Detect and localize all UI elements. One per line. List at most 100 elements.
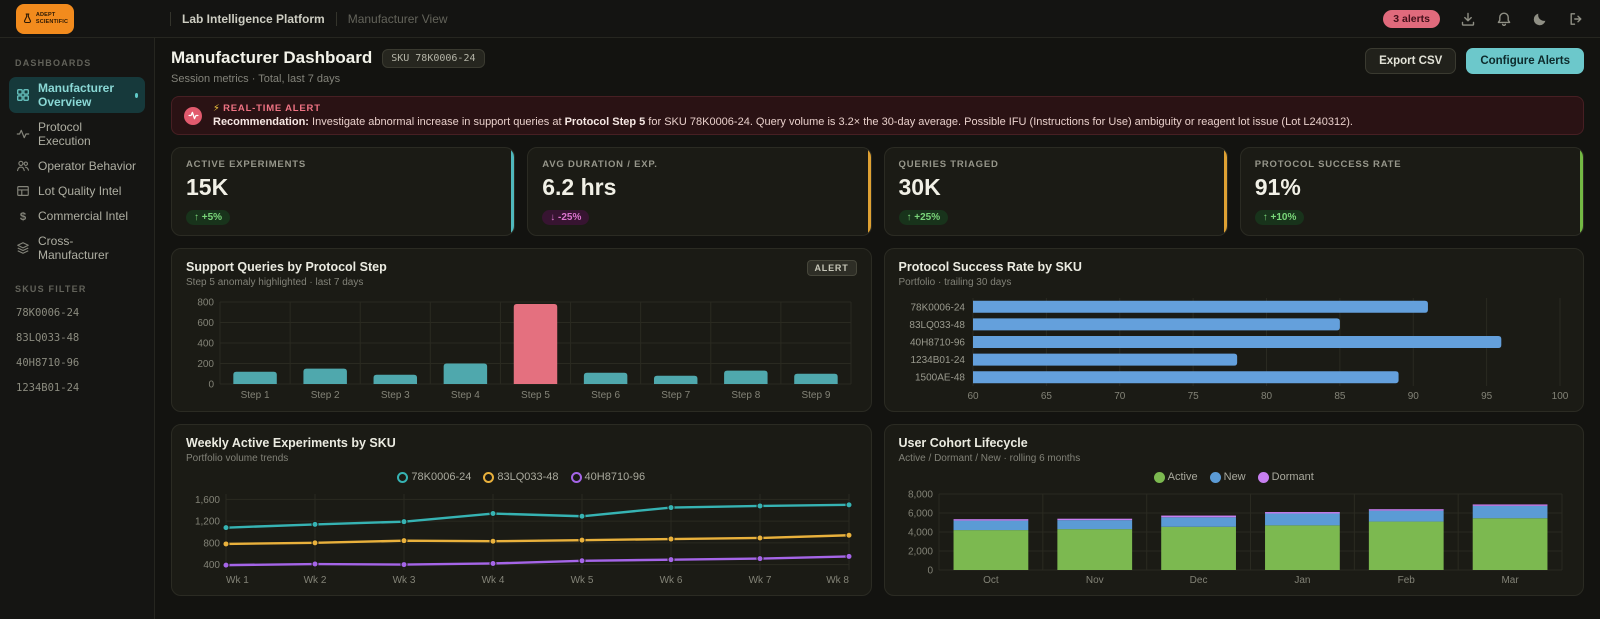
svg-text:Step 8: Step 8 bbox=[731, 390, 760, 401]
legend-label: 78K0006-24 bbox=[411, 471, 472, 483]
svg-text:6,000: 6,000 bbox=[907, 509, 932, 520]
svg-text:78K0006-24: 78K0006-24 bbox=[910, 302, 965, 313]
sidebar-item-label: Cross-Manufacturer bbox=[38, 234, 109, 262]
user-cohort-card: User Cohort Lifecycle Active / Dormant /… bbox=[883, 424, 1584, 596]
sidebar: DASHBOARDS Manufacturer Overview Protocol… bbox=[0, 38, 155, 619]
kpi-delta-badge: ↓ -25% bbox=[542, 210, 590, 225]
sidebar-item-label: Commercial Intel bbox=[38, 209, 129, 223]
svg-text:70: 70 bbox=[1114, 391, 1126, 402]
kpi-row: ACTIVE EXPERIMENTS 15K ↑ +5% AVG DURATION /… bbox=[171, 147, 1584, 236]
svg-text:Step 7: Step 7 bbox=[661, 390, 690, 401]
success-rate-hbar-chart: 60 65 70 75 80 85 90 95 100 78K0006-24 83LQ033-48 4… bbox=[899, 296, 1570, 404]
table-icon bbox=[16, 184, 30, 198]
kpi-delta-badge: ↑ +5% bbox=[186, 210, 231, 225]
legend-ring-icon bbox=[570, 471, 582, 483]
svg-text:800: 800 bbox=[197, 298, 214, 309]
page-title: Manufacturer Dashboard bbox=[171, 48, 373, 67]
sidebar-item-protocol-execution[interactable]: Protocol Execution bbox=[9, 116, 145, 152]
svg-text:Step 9: Step 9 bbox=[801, 390, 830, 401]
success-rate-by-sku-card: Protocol Success Rate by SKU Portfolio ·… bbox=[883, 248, 1584, 412]
title-divider bbox=[170, 11, 171, 26]
support-queries-bar-chart: 0 200 400 600 800 Step 1 Step 2 Step 3 Step 4 Ste… bbox=[186, 296, 857, 404]
svg-text:400: 400 bbox=[203, 560, 220, 571]
svg-text:1,600: 1,600 bbox=[195, 495, 220, 506]
sku-filter-item[interactable]: 83LQ033-48 bbox=[9, 328, 145, 348]
sidebar-item-label: Protocol Execution bbox=[38, 120, 91, 148]
configure-alerts-button[interactable]: Configure Alerts bbox=[1466, 48, 1584, 74]
sidebar-item-operator-behavior[interactable]: Operator Behavior bbox=[9, 155, 145, 177]
kpi-accent-stripe bbox=[867, 148, 871, 235]
kpi-value: 30K bbox=[898, 174, 941, 200]
line-chart-legend: 78K0006-24 83LQ033-48 40H8710-96 bbox=[186, 468, 857, 486]
charts-row-1: Support Queries by Protocol Step Step 5 … bbox=[171, 248, 1584, 412]
svg-text:Wk 1: Wk 1 bbox=[226, 575, 249, 586]
svg-text:1,200: 1,200 bbox=[195, 517, 220, 528]
legend-item: 78K0006-24 bbox=[397, 471, 471, 483]
svg-text:Step 1: Step 1 bbox=[241, 390, 270, 401]
layers-icon bbox=[16, 241, 30, 255]
svg-text:85: 85 bbox=[1334, 391, 1346, 402]
legend-label: 83LQ033-48 bbox=[497, 471, 559, 483]
sku-filter-item[interactable]: 40H8710-96 bbox=[9, 353, 145, 373]
support-queries-card: Support Queries by Protocol Step Step 5 … bbox=[171, 248, 872, 412]
sidebar-item-label: Operator Behavior bbox=[38, 159, 137, 173]
sidebar-item-manufacturer-overview[interactable]: Manufacturer Overview bbox=[9, 77, 145, 113]
svg-text:Step 5: Step 5 bbox=[521, 390, 550, 401]
header-actions: Export CSV Configure Alerts bbox=[1365, 48, 1584, 74]
export-csv-button[interactable]: Export CSV bbox=[1365, 48, 1457, 74]
pulse-icon bbox=[16, 127, 30, 141]
chart-subtitle: Step 5 anomaly highlighted · last 7 days bbox=[186, 277, 364, 288]
topbar-actions: 3 alerts bbox=[1383, 9, 1584, 28]
app-root: ADEPT SCIENTIFIC Lab Intelligence Platfo… bbox=[0, 0, 1600, 619]
bell-icon[interactable] bbox=[1496, 11, 1512, 27]
moon-icon[interactable] bbox=[1532, 11, 1548, 27]
legend-dot-icon bbox=[1257, 471, 1269, 483]
alert-recommendation: Recommendation: Investigate abnormal inc… bbox=[213, 116, 1353, 128]
cohort-stacked-chart: 0 2,000 4,000 6,000 8,000 Oct Nov Dec Jan Feb Mar bbox=[899, 488, 1570, 588]
legend-item: Dormant bbox=[1257, 471, 1314, 483]
sku-badge: SKU 78K0006-24 bbox=[382, 48, 485, 68]
flask-icon bbox=[23, 13, 31, 24]
svg-text:Step 4: Step 4 bbox=[451, 390, 480, 401]
brand-logo[interactable]: ADEPT SCIENTIFIC bbox=[16, 3, 74, 34]
svg-text:Wk 2: Wk 2 bbox=[304, 575, 327, 586]
svg-text:1500AE-48: 1500AE-48 bbox=[914, 373, 964, 384]
sidebar-nav: Manufacturer Overview Protocol Execution O… bbox=[9, 77, 145, 266]
legend-item: 83LQ033-48 bbox=[483, 471, 559, 483]
sku-filter-item[interactable]: 78K0006-24 bbox=[9, 303, 145, 323]
sidebar-item-cross-manufacturer[interactable]: Cross-Manufacturer bbox=[9, 230, 145, 266]
legend-ring-icon bbox=[483, 471, 495, 483]
kpi-accent-stripe bbox=[1580, 148, 1583, 235]
svg-text:Wk 7: Wk 7 bbox=[749, 575, 772, 586]
sku-filter-item[interactable]: 1234B01-24 bbox=[9, 378, 145, 398]
svg-text:Wk 8: Wk 8 bbox=[826, 575, 849, 586]
alert-pulse-icon bbox=[184, 106, 202, 125]
realtime-alert-banner: ⚡ REAL-TIME ALERT Recommendation: Invest… bbox=[171, 96, 1584, 135]
skus-section-label: SKUS FILTER bbox=[15, 284, 87, 294]
weekly-active-card: Weekly Active Experiments by SKU Portfol… bbox=[171, 424, 872, 596]
chart-title: Support Queries by Protocol Step bbox=[186, 260, 387, 274]
kpi-accent-stripe bbox=[1223, 148, 1227, 235]
users-icon bbox=[16, 159, 30, 173]
kpi-accent-stripe bbox=[511, 148, 515, 235]
chart-subtitle: Portfolio · trailing 30 days bbox=[898, 277, 1012, 288]
svg-text:1234B01-24: 1234B01-24 bbox=[910, 355, 965, 366]
svg-text:Wk 5: Wk 5 bbox=[571, 575, 594, 586]
logout-icon[interactable] bbox=[1568, 11, 1584, 27]
svg-text:Step 2: Step 2 bbox=[311, 390, 340, 401]
active-dot bbox=[134, 92, 138, 98]
view-title: Manufacturer View bbox=[347, 11, 448, 26]
svg-text:83LQ033-48: 83LQ033-48 bbox=[909, 320, 965, 331]
sidebar-item-label: Lot Quality Intel bbox=[38, 184, 122, 198]
svg-text:Oct: Oct bbox=[983, 575, 999, 586]
legend-label: 40H8710-96 bbox=[584, 471, 646, 483]
alerts-count-badge[interactable]: 3 alerts bbox=[1383, 9, 1440, 28]
download-icon[interactable] bbox=[1460, 11, 1476, 27]
chart-title: User Cohort Lifecycle bbox=[898, 436, 1028, 450]
sidebar-item-commercial-intel[interactable]: $ Commercial Intel bbox=[9, 205, 145, 227]
svg-text:65: 65 bbox=[1040, 391, 1052, 402]
svg-text:$: $ bbox=[20, 211, 27, 223]
svg-text:2,000: 2,000 bbox=[907, 547, 932, 558]
svg-text:Jan: Jan bbox=[1294, 575, 1310, 586]
sidebar-item-lot-quality-intel[interactable]: Lot Quality Intel bbox=[9, 180, 145, 202]
